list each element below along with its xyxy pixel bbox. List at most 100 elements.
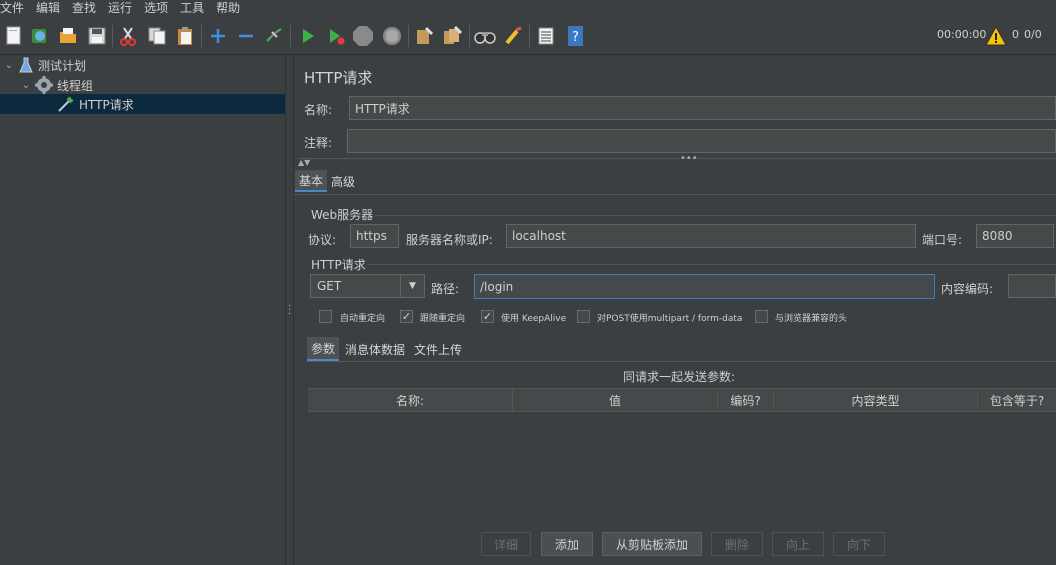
delete-button[interactable]: 删除 — [711, 532, 763, 556]
tree-node-http-request[interactable]: HTTP请求 — [0, 94, 285, 114]
menu-bar: 文件 编辑 查找 运行 选项 工具 帮助 — [0, 0, 1056, 17]
clear-all-icon[interactable] — [441, 25, 463, 47]
encoding-label: 内容编码: — [941, 282, 994, 296]
subtab-divider — [307, 361, 1056, 362]
column-header-include-equals[interactable]: 包含等于? — [978, 389, 1056, 411]
name-field[interactable]: HTTP请求 — [349, 96, 1056, 120]
path-label: 路径: — [431, 282, 460, 296]
tree-node-thread-group[interactable]: ⌄ 线程组 — [17, 75, 93, 95]
move-up-button[interactable]: 向上 — [772, 532, 824, 556]
toolbar: ? 00:00:00 0 0/0 — [0, 17, 1056, 55]
menu-run[interactable]: 运行 — [108, 0, 138, 17]
cut-icon[interactable] — [117, 25, 139, 47]
column-header-name[interactable]: 名称: — [308, 389, 513, 411]
tab-divider — [294, 194, 1056, 195]
copy-icon[interactable] — [146, 25, 168, 47]
tab-file-upload[interactable]: 文件上传 — [410, 337, 466, 361]
flask-icon — [18, 56, 34, 74]
paste-icon[interactable] — [174, 25, 196, 47]
tree-label-thread-group: 线程组 — [57, 78, 94, 93]
http-request-panel: HTTP请求 名称: HTTP请求 注释: ▲▼ ••• 基本 高级 Web服务… — [294, 55, 1056, 565]
add-from-clipboard-button[interactable]: 从剪贴板添加 — [602, 532, 702, 556]
tree-node-test-plan[interactable]: ⌄ 测试计划 — [0, 55, 86, 75]
keepalive-label: 使用 KeepAlive — [501, 314, 567, 324]
help-icon[interactable]: ? — [564, 25, 586, 47]
method-value: GET — [317, 279, 342, 293]
save-icon[interactable] — [86, 25, 108, 47]
comment-field[interactable] — [347, 129, 1056, 153]
move-down-button[interactable]: 向下 — [833, 532, 885, 556]
path-field[interactable]: /login — [474, 274, 935, 299]
collapse-toggle[interactable]: ▲▼ ••• — [298, 153, 1056, 167]
search-icon[interactable] — [474, 25, 496, 47]
name-label: 名称: — [304, 103, 333, 117]
menu-help[interactable]: 帮助 — [216, 0, 246, 17]
pipette-icon — [57, 95, 75, 113]
browser-headers-checkbox[interactable] — [755, 310, 768, 323]
port-field[interactable]: 8080 — [976, 224, 1054, 248]
menu-tools[interactable]: 工具 — [180, 0, 210, 17]
encoding-field[interactable] — [1008, 274, 1056, 298]
start-no-pause-icon[interactable] — [325, 25, 347, 47]
http-request-group-title: HTTP请求 — [311, 256, 368, 273]
column-header-value[interactable]: 值 — [513, 389, 718, 411]
browser-headers-label: 与浏览器兼容的头 — [775, 314, 848, 324]
elapsed-time: 00:00:00 — [937, 28, 987, 41]
tab-body-data[interactable]: 消息体数据 — [341, 337, 409, 361]
reset-search-icon[interactable] — [502, 25, 524, 47]
port-label: 端口号: — [922, 233, 963, 247]
auto-redirect-checkbox[interactable] — [319, 310, 332, 323]
chevron-down-icon[interactable]: ▼ — [400, 275, 424, 297]
menu-options[interactable]: 选项 — [144, 0, 174, 17]
tab-basic[interactable]: 基本 — [295, 170, 328, 192]
chevron-down-icon[interactable]: ⌄ — [0, 60, 18, 71]
menu-edit[interactable]: 编辑 — [36, 0, 66, 17]
stop-icon[interactable] — [352, 25, 374, 47]
auto-redirect-label: 自动重定向 — [340, 314, 386, 324]
column-header-encode[interactable]: 编码? — [718, 389, 774, 411]
detail-button[interactable]: 详细 — [481, 532, 531, 556]
menu-search[interactable]: 查找 — [72, 0, 102, 17]
params-table-body[interactable] — [308, 412, 1056, 522]
page-title: HTTP请求 — [304, 69, 373, 87]
warning-icon[interactable] — [985, 26, 1007, 46]
column-header-content-type[interactable]: 内容类型 — [774, 389, 978, 411]
follow-redirect-checkbox[interactable]: ✓ — [400, 310, 413, 323]
group-border — [370, 215, 1056, 216]
keepalive-checkbox[interactable]: ✓ — [481, 310, 494, 323]
new-icon[interactable] — [3, 25, 25, 47]
expand-icon[interactable] — [207, 25, 229, 47]
chevron-down-icon[interactable]: ⌄ — [17, 80, 35, 91]
multipart-label: 对POST使用multipart / form-data — [597, 314, 743, 324]
collapse-icon[interactable] — [235, 25, 257, 47]
tab-params[interactable]: 参数 — [307, 337, 340, 361]
server-field[interactable]: localhost — [506, 224, 916, 248]
templates-icon[interactable] — [29, 25, 51, 47]
tree-label-http-request: HTTP请求 — [79, 97, 134, 112]
server-label: 服务器名称或IP: — [406, 233, 493, 247]
protocol-field[interactable]: https — [350, 224, 399, 248]
web-server-group-title: Web服务器 — [311, 206, 376, 223]
open-icon[interactable] — [57, 25, 79, 47]
params-table-header: 名称: 值 编码? 内容类型 包含等于? — [308, 388, 1056, 412]
params-caption: 同请求一起发送参数: — [623, 370, 736, 384]
add-button[interactable]: 添加 — [541, 532, 593, 556]
protocol-label: 协议: — [308, 233, 337, 247]
function-helper-icon[interactable] — [535, 25, 557, 47]
multipart-checkbox[interactable] — [577, 310, 590, 323]
svg-text:?: ? — [572, 30, 579, 45]
splitter[interactable]: · · · — [285, 55, 294, 565]
test-plan-tree: ⌄ 测试计划 ⌄ 线程组 HTTP请求 — [0, 55, 285, 565]
shutdown-icon[interactable] — [381, 25, 403, 47]
toggle-icon[interactable] — [263, 25, 285, 47]
follow-redirect-label: 跟随重定向 — [420, 314, 466, 324]
clear-icon[interactable] — [413, 25, 435, 47]
warning-count: 0 — [1012, 28, 1019, 41]
tab-advanced[interactable]: 高级 — [327, 170, 359, 192]
menu-file[interactable]: 文件 — [0, 0, 30, 17]
tree-label-test-plan: 测试计划 — [38, 58, 87, 73]
start-icon[interactable] — [297, 25, 319, 47]
gear-icon — [35, 76, 53, 94]
method-select[interactable]: GET ▼ — [310, 274, 425, 298]
group-border — [366, 264, 1056, 265]
